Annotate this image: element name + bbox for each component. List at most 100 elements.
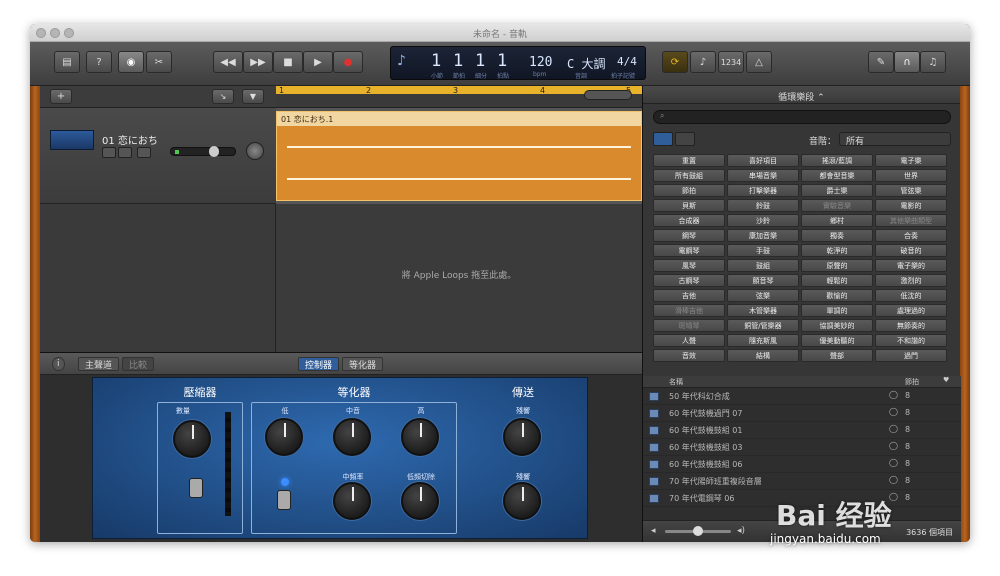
filter-button[interactable]: ▼ [242,89,264,104]
tab-compare[interactable]: 比較 [122,357,155,371]
audio-region[interactable]: 01 恋におち.1 [276,111,642,201]
track-header-row[interactable]: 01 恋におち [40,108,276,204]
keyword-button[interactable]: 貝斯 [653,199,725,212]
keyword-button[interactable]: 合奏 [875,229,947,242]
keyword-button[interactable]: 節拍 [653,184,725,197]
scale-select[interactable]: 所有 [839,132,951,147]
keyword-button[interactable]: 歡愉的 [801,289,873,302]
keyword-button[interactable]: 重置 [653,154,725,167]
play-loop-icon[interactable]: ◯ [889,441,898,450]
keyword-button[interactable]: 滑棒吉他 [653,304,725,317]
keyword-button[interactable]: 鈴鼓 [727,199,799,212]
pan-knob[interactable] [246,142,264,160]
keyword-button[interactable]: 喜好項目 [727,154,799,167]
volume-thumb[interactable] [209,146,219,157]
smart-controls-button[interactable]: ◉ [118,51,144,73]
keyword-button[interactable]: 鋼琴 [653,229,725,242]
keyword-button[interactable]: 處理過的 [875,304,947,317]
keyword-button[interactable]: 單調的 [801,304,873,317]
play-button[interactable]: ▶ [303,51,333,73]
keyword-button[interactable]: 過門 [875,349,947,362]
keyword-button[interactable]: 優美動聽的 [801,334,873,347]
keyword-button[interactable]: 獨奏 [801,229,873,242]
keyword-button[interactable]: 乾淨的 [801,244,873,257]
track-name[interactable]: 01 恋におち [102,132,158,147]
keyword-button[interactable]: 電子樂的 [875,259,947,272]
loop-drop-area[interactable]: 將 Apple Loops 拖至此處。 [276,204,642,352]
tab-controls[interactable]: 控制器 [298,357,340,371]
info-button[interactable]: i [52,357,65,371]
keyword-button[interactable]: 斑鳩琴 [653,319,725,332]
tuner-button[interactable]: ♪ [690,51,716,73]
keyword-button[interactable]: 康加音樂 [727,229,799,242]
favorite-header-icon[interactable]: ♥ [943,376,949,384]
toggle-switch[interactable] [189,478,203,498]
keyword-button[interactable]: 搖滾/藍調 [801,154,873,167]
keyword-button[interactable]: 串場音樂 [727,169,799,182]
metronome-button[interactable]: △ [746,51,772,73]
keyword-button[interactable]: 銅管/管樂器 [727,319,799,332]
keyword-button[interactable]: 電影的 [875,199,947,212]
loop-row[interactable]: 70 年代陽師班重複段音層 ◯ 8 [643,473,961,490]
play-loop-icon[interactable]: ◯ [889,424,898,433]
keyword-button[interactable]: 音效 [653,349,725,362]
help-button[interactable]: ? [86,51,112,73]
keyword-button[interactable]: 隨充斯風 [727,334,799,347]
add-track-button[interactable]: + [50,89,72,104]
record-button[interactable]: ● [333,51,363,73]
tab-master[interactable]: 主聲道 [78,357,120,371]
keyword-button[interactable]: 弦樂 [727,289,799,302]
keyword-button[interactable]: 沙鈴 [727,214,799,227]
loop-row[interactable]: 60 年代鼓機鼓組 03 ◯ 8 [643,439,961,456]
rewind-button[interactable]: ◀◀ [213,51,243,73]
keyword-button[interactable]: 不和諧的 [875,334,947,347]
column-beats-header[interactable]: 節拍 [905,377,919,387]
keyword-button[interactable]: 激烈的 [875,274,947,287]
keyword-button[interactable]: 鄉村 [801,214,873,227]
keyword-button[interactable]: 電鋼琴 [653,244,725,257]
notepad-button[interactable]: ✎ [868,51,894,73]
volume-slider[interactable] [170,146,236,157]
keyword-button[interactable]: 聲部 [801,349,873,362]
keyword-button[interactable]: 爵士樂 [801,184,873,197]
forward-button[interactable]: ▶▶ [243,51,273,73]
keyword-button[interactable]: 鼓組 [727,259,799,272]
column-name-header[interactable]: 名稱 [669,377,683,387]
headphone-icon[interactable] [118,147,132,158]
column-view-toggle[interactable] [675,132,695,146]
mid-knob[interactable] [333,418,371,456]
media-browser-button[interactable]: ♫ [920,51,946,73]
loop-row[interactable]: 60 年代鼓機鼓組 06 ◯ 8 [643,456,961,473]
echo-knob[interactable] [503,418,541,456]
keyword-button[interactable]: 結構 [727,349,799,362]
keyword-button[interactable]: 低沈的 [875,289,947,302]
keyword-button[interactable]: 人聲 [653,334,725,347]
stop-button[interactable]: ■ [273,51,303,73]
lcd-display[interactable]: ♪ 1 1 1 1 小節 節拍 細分 拍點 120 bpm C 大調 音調 4/… [390,46,646,80]
keyword-button[interactable]: 所有鼓組 [653,169,725,182]
reverb-knob[interactable] [503,482,541,520]
low-knob[interactable] [265,418,303,456]
compressor-knob[interactable] [173,420,211,458]
timeline-ruler[interactable]: 1 2 3 4 5 [276,86,642,108]
cycle-button[interactable]: ⟳ [662,51,688,73]
keyword-button[interactable]: 都會型音樂 [801,169,873,182]
keyword-button[interactable]: 風琴 [653,259,725,272]
eq-toggle-switch[interactable] [277,490,291,510]
keyword-button[interactable]: 輕鬆的 [801,274,873,287]
count-in-button[interactable]: 1234 [718,51,744,73]
editors-button[interactable]: ✂ [146,51,172,73]
keyword-button[interactable]: 原聲的 [801,259,873,272]
high-knob[interactable] [401,418,439,456]
keyword-button[interactable]: 世界 [875,169,947,182]
keyword-button[interactable]: 木管樂器 [727,304,799,317]
tab-eq[interactable]: 等化器 [342,357,384,371]
keyword-button[interactable]: 協調美妙的 [801,319,873,332]
button-view-toggle[interactable] [653,132,673,146]
loop-row[interactable]: 50 年代科幻合成 ◯ 8 [643,388,961,405]
keyword-button[interactable]: 古鋼琴 [653,274,725,287]
library-button[interactable]: ▤ [54,51,80,73]
mid-freq-knob[interactable] [333,482,371,520]
keyword-button[interactable]: 打擊樂器 [727,184,799,197]
keyword-button[interactable]: 顫音琴 [727,274,799,287]
